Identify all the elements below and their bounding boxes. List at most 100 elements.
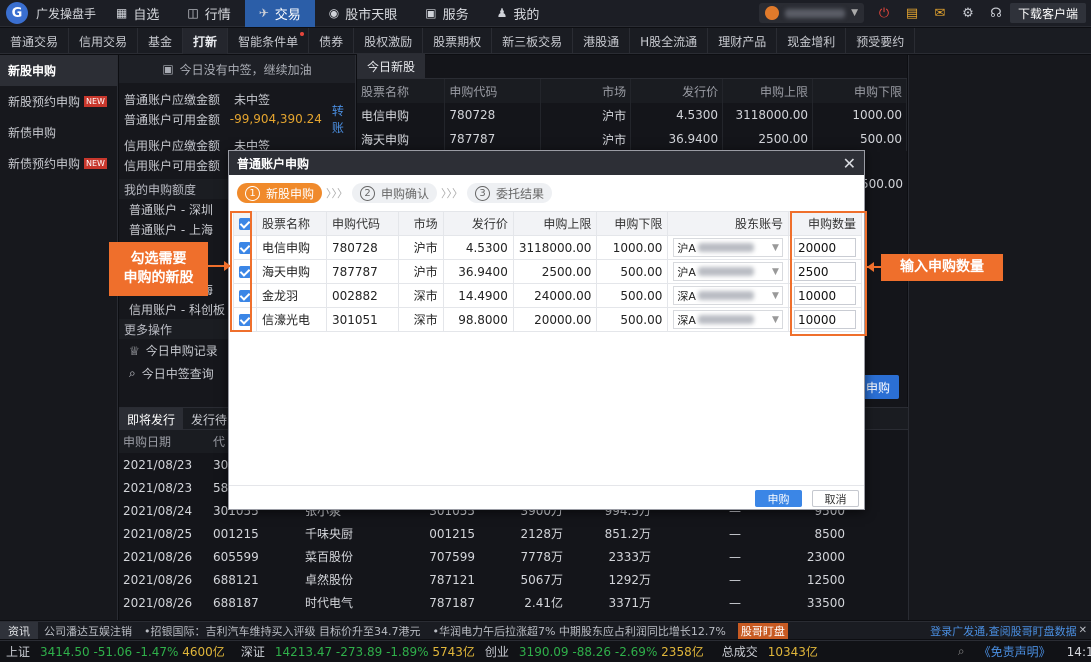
news-item[interactable]: 公司潘达互娱注销	[44, 623, 132, 639]
sidebar-item-ipo-subscribe[interactable]: 新股申购	[0, 55, 117, 86]
subtab-normal-trade[interactable]: 普通交易	[0, 28, 70, 54]
sidebar: 新股申购 新股预约申购 NEW 新债申购 新债预约申购 NEW	[0, 55, 118, 620]
search-icon[interactable]: ⌕	[958, 644, 965, 659]
headset-icon[interactable]: ☊	[988, 6, 1004, 21]
tab-trade[interactable]: ✈ 交易	[244, 0, 315, 27]
shareholder-account-select[interactable]: 沪A ▼	[673, 238, 783, 257]
news-item[interactable]: •华润电力午后拉涨超7% 中期股东应占利润同比增长12.7%	[432, 623, 725, 639]
table-row[interactable]: 2021/08/25 001215 千味央厨 001215 2128万 851.2万 —85…	[119, 522, 849, 545]
message-icon: ▣	[162, 62, 174, 76]
power-icon[interactable]: ⏻	[876, 6, 892, 21]
news-ticker: 资讯 公司潘达互娱注销 •招银国际：吉利汽车维持买入评级 目标价升至34.7港元…	[0, 621, 1091, 639]
stock-watch-tag[interactable]: 股哥盯盘	[737, 622, 788, 639]
news-label[interactable]: 资讯	[0, 622, 38, 639]
user-account-selector[interactable]: ▼	[759, 3, 864, 23]
checkbox-highlight-box	[230, 211, 252, 332]
today-ipo-table: 股票名称 申购代码 市场 发行价 申购上限 申购下限 电信申购 780728 沪市 4…	[357, 79, 907, 151]
peek-value: 500.00	[861, 177, 903, 191]
chevron-down-icon: ▼	[772, 314, 779, 325]
table-row[interactable]: 海天申购 787787 沪市 36.9400 2500.00 500.00 沪A…	[233, 259, 863, 284]
table-row[interactable]: 2021/08/26 605599 菜百股份 707599 7778万 2333万 —230…	[119, 545, 849, 568]
subtab-hk-connect[interactable]: 港股通	[573, 28, 631, 54]
new-badge: NEW	[84, 158, 107, 169]
step-indicator: 1 新股申购 〉〉〉 2 申购确认 〉〉〉 3 委托结果	[229, 175, 864, 211]
tab-today-ipo[interactable]: 今日新股	[357, 54, 426, 78]
chevron-down-icon: ▼	[772, 290, 779, 301]
lock-icon[interactable]: ▤	[904, 6, 920, 21]
table-row[interactable]: 2021/08/26 688121 卓然股份 787121 5067万 1292万 —125…	[119, 568, 849, 591]
dialog-title: 普通账户申购	[237, 156, 310, 171]
close-icon[interactable]: ✕	[843, 154, 856, 173]
close-icon[interactable]: ✕	[1079, 625, 1087, 636]
tab-market[interactable]: ◫ 行情	[173, 0, 244, 27]
sidebar-item-bond-subscribe[interactable]: 新债申购	[0, 117, 117, 148]
table-row[interactable]: 电信申购 780728 沪市 4.5300 3118000.00 1000.00…	[233, 235, 863, 260]
cancel-button[interactable]: 取消	[812, 490, 859, 507]
table-row[interactable]: 金龙羽 002882 深市 14.4900 24000.00 500.00 深A…	[233, 283, 863, 308]
dialog-footer: 申购 取消	[229, 485, 864, 509]
user-icon: ♟	[496, 6, 508, 20]
avatar	[765, 6, 780, 20]
tab-watchlist[interactable]: ▦ 自选	[102, 0, 173, 27]
subtab-options[interactable]: 股票期权	[423, 28, 493, 54]
subtab-ipo[interactable]: 打新	[183, 28, 229, 54]
app-window: G 广发操盘手 ▦ 自选 ◫ 行情 ✈ 交易 ◉ 股市天眼 ▣ 服务 ♟ 我的 ▼ ⏻ ▤ …	[0, 0, 1091, 662]
callout-select-stocks: 勾选需要 申购的新股	[109, 242, 208, 296]
subtab-bond[interactable]: 债券	[309, 28, 355, 54]
clock: 14:13:53	[1066, 644, 1091, 659]
notification-dot	[300, 32, 305, 36]
table-row[interactable]: 海天申购 787787 沪市 36.9400 2500.00 500.00	[357, 127, 907, 151]
table-row[interactable]: 2021/08/26 688187 时代电气 787187 2.41亿 3371万 —335…	[119, 591, 849, 614]
sidebar-item-ipo-reserve[interactable]: 新股预约申购 NEW	[0, 86, 117, 117]
disclaimer-link[interactable]: 《免责声明》	[979, 643, 1051, 660]
tab-skyeye[interactable]: ◉ 股市天眼	[315, 0, 412, 27]
login-link[interactable]: 登录广发通,查阅股哥盯盘数据	[930, 623, 1077, 639]
table-row[interactable]: 信濠光电 301051 深市 98.8000 20000.00 500.00 深…	[233, 307, 863, 332]
shareholder-account-select[interactable]: 深A ▼	[673, 310, 783, 329]
briefcase-icon: ▣	[425, 6, 437, 20]
news-item[interactable]: •招银国际：吉利汽车维持买入评级 目标价升至34.7港元	[144, 623, 420, 639]
subtab-fund[interactable]: 基金	[138, 28, 184, 54]
subscribe-dialog: 普通账户申购 ✕ 1 新股申购 〉〉〉 2 申购确认 〉〉〉 3 委托结果 股票名称 …	[228, 150, 865, 510]
callout-enter-quantity: 输入申购数量	[881, 254, 1003, 281]
top-right-tools: ▼ ⏻ ▤ ✉ ⚙ ☊ 下载客户端	[759, 0, 1091, 27]
tab-mine[interactable]: ♟ 我的	[483, 0, 554, 27]
app-title: 广发操盘手	[36, 6, 97, 21]
index-status-bar: 上证 3414.50 -51.06 -1.47% 4600亿 深证 14213.47…	[0, 640, 1091, 662]
subscribe-button[interactable]: 申购	[755, 490, 802, 507]
shareholder-account-select[interactable]: 深A ▼	[673, 286, 783, 305]
tab-upcoming[interactable]: 即将发行	[119, 408, 184, 430]
subscribe-table: 股票名称 申购代码 市场 发行价 申购上限 申购下限 股东账号 申购数量 电信申…	[233, 211, 863, 332]
subtab-wealth[interactable]: 理财产品	[708, 28, 778, 54]
subtab-neeq[interactable]: 新三板交易	[492, 28, 574, 54]
right-blank-panel	[908, 55, 1091, 620]
download-client-button[interactable]: 下载客户端	[1009, 3, 1086, 23]
rocket-icon: ✈	[258, 6, 269, 20]
arrow-left-icon	[867, 262, 874, 272]
subtab-h-share[interactable]: H股全流通	[630, 28, 709, 54]
chevrons-icon: 〉〉〉	[326, 187, 349, 200]
table-header: 股票名称 申购代码 市场 发行价 申购上限 申购下限	[357, 79, 907, 103]
normal-due-row: 普通账户应缴金额 未中签	[124, 92, 271, 107]
table-row[interactable]: 电信申购 780728 沪市 4.5300 3118000.00 1000.00	[357, 103, 907, 127]
subtab-tender-offer[interactable]: 预受要约	[846, 28, 916, 54]
tab-service[interactable]: ▣ 服务	[411, 0, 482, 27]
chevron-down-icon: ▼	[772, 266, 779, 277]
chevrons-icon: 〉〉〉	[441, 187, 464, 200]
subtab-smart-order[interactable]: 智能条件单	[228, 28, 310, 54]
chevron-down-icon: ▼	[772, 242, 779, 253]
subtab-cash[interactable]: 现金增利	[777, 28, 847, 54]
mail-icon[interactable]: ✉	[932, 6, 948, 21]
subtab-equity-incentive[interactable]: 股权激励	[354, 28, 424, 54]
shareholder-account-select[interactable]: 沪A ▼	[673, 262, 783, 281]
transfer-link[interactable]: 转账	[332, 102, 355, 136]
gear-icon[interactable]: ⚙	[960, 6, 976, 21]
subtab-credit-trade[interactable]: 信用交易	[69, 28, 139, 54]
grid-icon: ▦	[116, 6, 128, 20]
trophy-icon: ♕	[129, 343, 140, 358]
new-badge: NEW	[84, 96, 107, 107]
table-header: 股票名称 申购代码 市场 发行价 申购上限 申购下限 股东账号 申购数量	[233, 211, 863, 236]
arrow-right-icon	[224, 261, 231, 271]
search-icon: ⌕	[129, 366, 136, 380]
sidebar-item-bond-reserve[interactable]: 新债预约申购 NEW	[0, 148, 117, 179]
